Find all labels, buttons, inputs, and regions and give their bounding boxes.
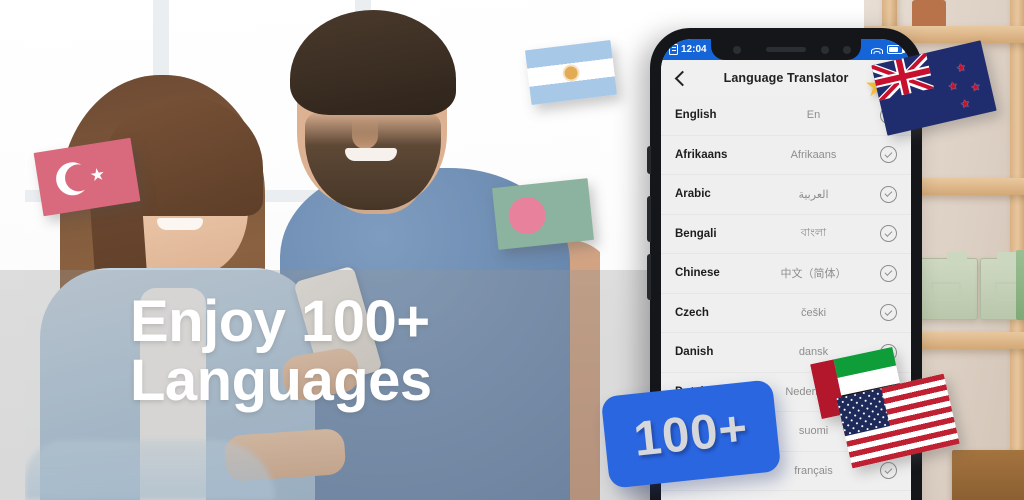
front-camera	[733, 46, 741, 54]
man-mouth	[345, 148, 397, 161]
wifi-icon	[871, 45, 883, 54]
language-row[interactable]: Afrikaans Afrikaans	[661, 136, 911, 175]
hundred-plus-badge-label: 100+	[631, 401, 751, 467]
hundred-plus-badge: 100+	[600, 379, 782, 489]
phone-notch	[711, 39, 861, 60]
back-chevron-icon[interactable]	[673, 71, 687, 85]
southern-cross-star: ★	[946, 79, 960, 94]
check-circle-icon[interactable]	[880, 264, 897, 282]
language-name: Arabic	[675, 188, 711, 201]
battery-icon	[887, 45, 905, 54]
man-nose	[352, 115, 378, 149]
southern-cross-star: ★	[955, 61, 968, 76]
language-row[interactable]: GermanDeutsch	[661, 491, 911, 500]
language-native-name: বাংলা	[800, 227, 827, 240]
star-shape: ★	[88, 164, 107, 186]
language-name: English	[675, 109, 717, 122]
feature-graphic: Enjoy 100+ Languages 12:04 Language Tran…	[0, 0, 1024, 500]
language-row[interactable]: Czech češki	[661, 294, 911, 333]
language-row[interactable]: Chinese 中文（简体）	[661, 254, 911, 294]
southern-cross-star: ★	[969, 80, 983, 95]
app-bar-title: Language Translator	[723, 71, 849, 85]
check-circle-icon[interactable]	[880, 225, 897, 243]
shelf-top-item	[912, 0, 946, 26]
language-native-name: العربية	[798, 188, 829, 201]
language-name: Chinese	[675, 267, 720, 280]
check-circle-icon[interactable]	[880, 304, 897, 322]
phone-volume-down-button[interactable]	[647, 254, 651, 300]
language-native-name: En	[806, 109, 821, 122]
language-name: Bengali	[675, 227, 717, 240]
phone-mute-button[interactable]	[647, 146, 651, 174]
language-name: Czech	[675, 306, 709, 319]
status-bar-left: 12:04	[669, 44, 707, 55]
earpiece-speaker	[766, 47, 806, 52]
flag-argentina	[524, 39, 618, 106]
language-native-name: Afrikaans	[790, 148, 837, 161]
page-title: Enjoy 100+ Languages	[130, 289, 432, 414]
document-icon	[669, 44, 678, 55]
flag-bangladesh	[492, 178, 594, 250]
green-book	[1016, 250, 1024, 320]
ambient-light-sensor	[843, 46, 851, 54]
language-row[interactable]: Bengali বাংলা	[661, 215, 911, 254]
language-name: Afrikaans	[675, 148, 728, 161]
language-name: Danish	[675, 346, 714, 359]
sun-of-may-icon	[563, 65, 579, 80]
language-native-name: français	[794, 464, 833, 477]
proximity-sensor	[821, 46, 829, 54]
check-circle-icon[interactable]	[880, 462, 897, 480]
status-bar-time: 12:04	[681, 44, 707, 55]
status-bar-right	[871, 45, 905, 54]
language-row[interactable]: Arabic العربية	[661, 175, 911, 215]
wooden-crate	[952, 450, 1024, 500]
check-circle-icon[interactable]	[880, 185, 897, 203]
southern-cross-star: ★	[959, 97, 972, 112]
language-native-name: češki	[800, 306, 827, 319]
storage-box	[916, 252, 978, 320]
check-circle-icon[interactable]	[880, 146, 897, 164]
box-tab	[997, 252, 1017, 263]
box-tab	[947, 252, 967, 263]
woman-mouth	[157, 218, 203, 230]
language-native-name: 中文（简体）	[780, 268, 847, 281]
phone-volume-up-button[interactable]	[647, 196, 651, 242]
circle-shape	[506, 195, 548, 237]
